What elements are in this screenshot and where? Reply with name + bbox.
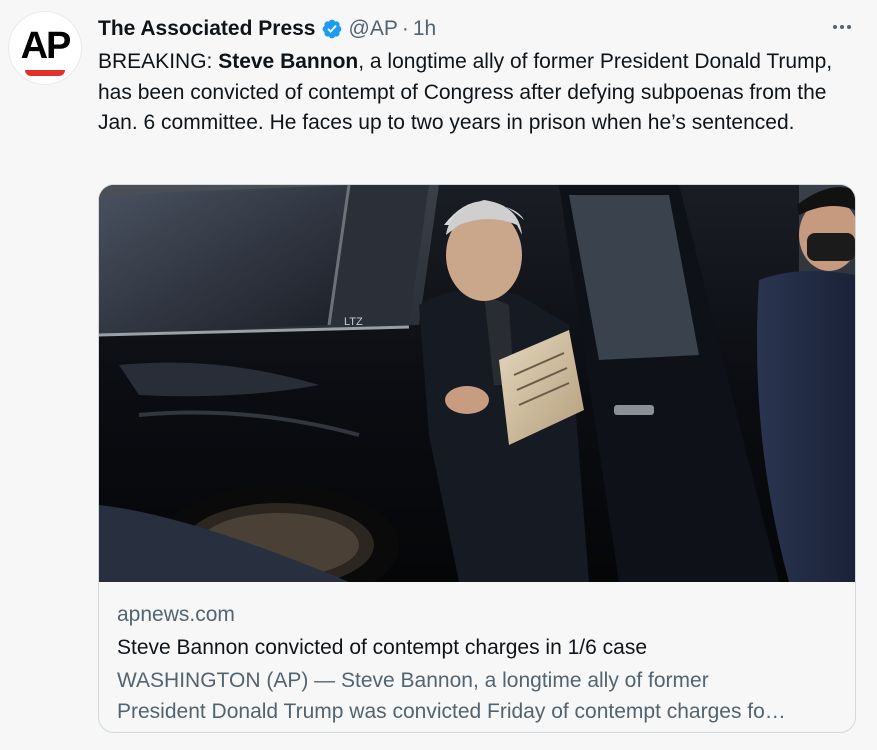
more-options-button[interactable] xyxy=(827,14,857,44)
tweet-prefix: BREAKING: xyxy=(98,50,219,73)
link-card[interactable]: LTZ apnews.com Steve Bannon convicted of… xyxy=(98,184,856,733)
card-image-plate-text: LTZ xyxy=(344,316,363,328)
more-dots-icon xyxy=(830,15,854,44)
display-name[interactable]: The Associated Press xyxy=(98,17,316,41)
card-description-line-2: President Donald Trump was convicted Fri… xyxy=(117,700,786,723)
separator-dot: · xyxy=(401,17,409,40)
card-title[interactable]: Steve Bannon convicted of contempt charg… xyxy=(117,636,837,660)
tweet-header: The Associated Press @AP · 1h xyxy=(98,14,436,44)
tweet-text: BREAKING: Steve Bannon, a longtime ally … xyxy=(98,47,858,139)
avatar[interactable]: AP xyxy=(9,12,81,84)
card-image[interactable]: LTZ xyxy=(99,185,855,582)
timestamp[interactable]: 1h xyxy=(413,17,436,41)
verified-badge-icon xyxy=(321,18,343,40)
ap-logo-text: AP xyxy=(20,25,72,67)
card-domain[interactable]: apnews.com xyxy=(117,603,837,627)
tweet[interactable]: AP The Associated Press @AP · 1h BREAKIN… xyxy=(0,0,877,750)
handle[interactable]: @AP xyxy=(349,17,398,41)
ap-logo-red-bar xyxy=(25,70,65,76)
card-description-line-1: WASHINGTON (AP) — Steve Bannon, a longti… xyxy=(117,669,709,692)
tweet-bold-name: Steve Bannon xyxy=(218,50,359,73)
